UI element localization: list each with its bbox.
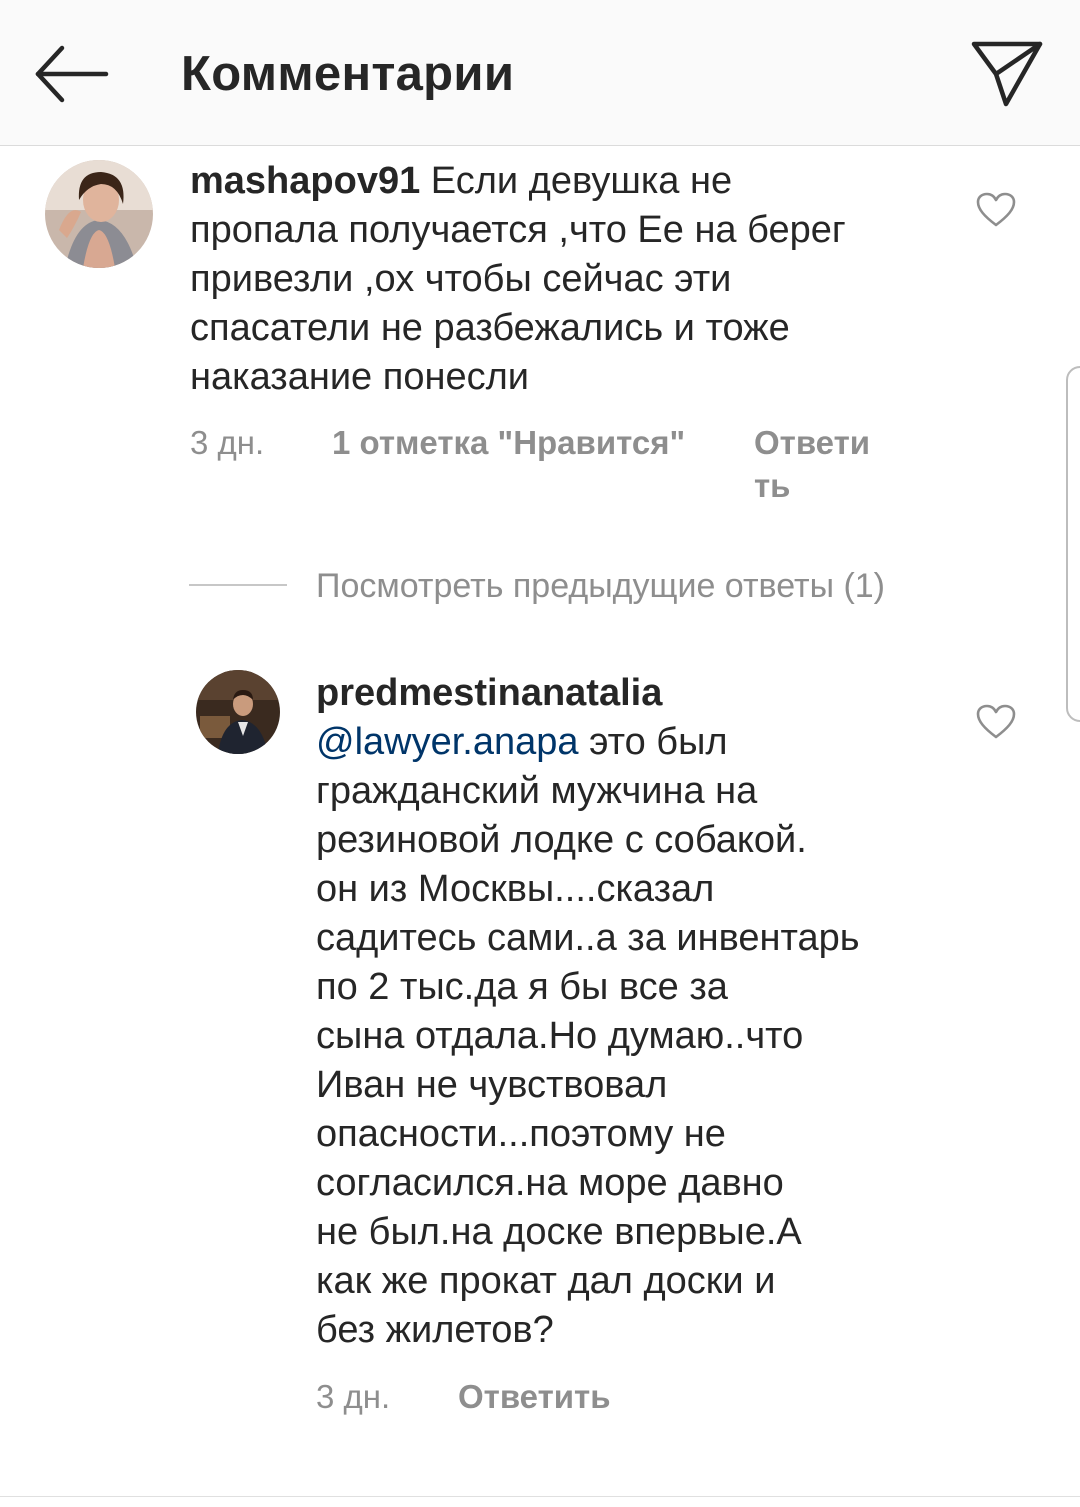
- replies-divider: [189, 584, 287, 586]
- reply-button[interactable]: Ответить: [458, 1378, 611, 1416]
- reply-button-wrap[interactable]: ть: [754, 467, 790, 505]
- comment-body-line: опасности...поэтому не: [316, 1113, 726, 1155]
- scrollbar[interactable]: [1066, 366, 1080, 722]
- heart-icon[interactable]: [976, 704, 1016, 740]
- comment-body-line: по 2 тыс.да я бы все за: [316, 966, 728, 1008]
- header-bar: Комментарии: [0, 0, 1080, 146]
- page-title: Комментарии: [181, 47, 515, 101]
- reply-button[interactable]: Ответи: [754, 424, 870, 462]
- arrow-left-icon: [35, 45, 109, 103]
- comment-body-line: как же прокат дал доски и: [316, 1260, 776, 1302]
- comment-text: mashapov91 Если девушка не пропала получ…: [190, 157, 950, 402]
- comment-body-line: гражданский мужчина на: [316, 770, 758, 812]
- comment-body-line: без жилетов?: [316, 1309, 554, 1351]
- comment-body-line: Иван не чувствовал: [316, 1064, 668, 1106]
- comment-username[interactable]: predmestinanatalia: [316, 672, 662, 714]
- reply-text: predmestinanatalia @lawyer.anapa это был…: [316, 669, 956, 1355]
- heart-icon[interactable]: [976, 192, 1016, 228]
- comment-body-line: наказание понесли: [190, 356, 529, 398]
- avatar[interactable]: [45, 160, 153, 268]
- back-button[interactable]: [28, 34, 114, 114]
- avatar[interactable]: [196, 670, 280, 754]
- comment-body-line: сына отдала.Но думаю..что: [316, 1015, 804, 1057]
- mention-link[interactable]: @lawyer.anapa: [316, 721, 579, 763]
- share-button[interactable]: [966, 36, 1046, 112]
- comment-body-line: пропала получается ,что Ее на берег: [190, 209, 846, 251]
- divider: [0, 1496, 1080, 1497]
- comment-body-line: он из Москвы....сказал: [316, 868, 715, 910]
- profile-photo-icon: [196, 670, 280, 754]
- comment-body-line: резиновой лодке с собакой.: [316, 819, 807, 861]
- comment-time: 3 дн.: [190, 424, 265, 461]
- comments-screen: Комментарии mashapov91 Если девушка не п…: [0, 0, 1080, 1507]
- reply-label-line: Ответи: [754, 424, 871, 461]
- comment-body-line: это был: [589, 721, 728, 763]
- profile-photo-icon: [45, 160, 153, 268]
- comment-username[interactable]: mashapov91: [190, 160, 420, 202]
- comment-body-line: Если девушка не: [430, 160, 733, 202]
- comment-body-line: привезли ,ох чтобы сейчас эти: [190, 258, 732, 300]
- comment-body-line: не был.на доске впервые.А: [316, 1211, 802, 1253]
- comment-body-line: спасатели не разбежались и тоже: [190, 307, 790, 349]
- paper-plane-icon: [971, 41, 1043, 107]
- comment-body-line: садитесь сами..а за инвентарь: [316, 917, 860, 959]
- likes-count-button[interactable]: 1 отметка "Нравится": [332, 424, 685, 462]
- view-previous-replies-button[interactable]: Посмотреть предыдущие ответы (1): [316, 567, 885, 606]
- comment-body-line: согласился.на море давно: [316, 1162, 784, 1204]
- reply-label-line: ть: [754, 467, 791, 504]
- comment-time: 3 дн.: [316, 1378, 391, 1415]
